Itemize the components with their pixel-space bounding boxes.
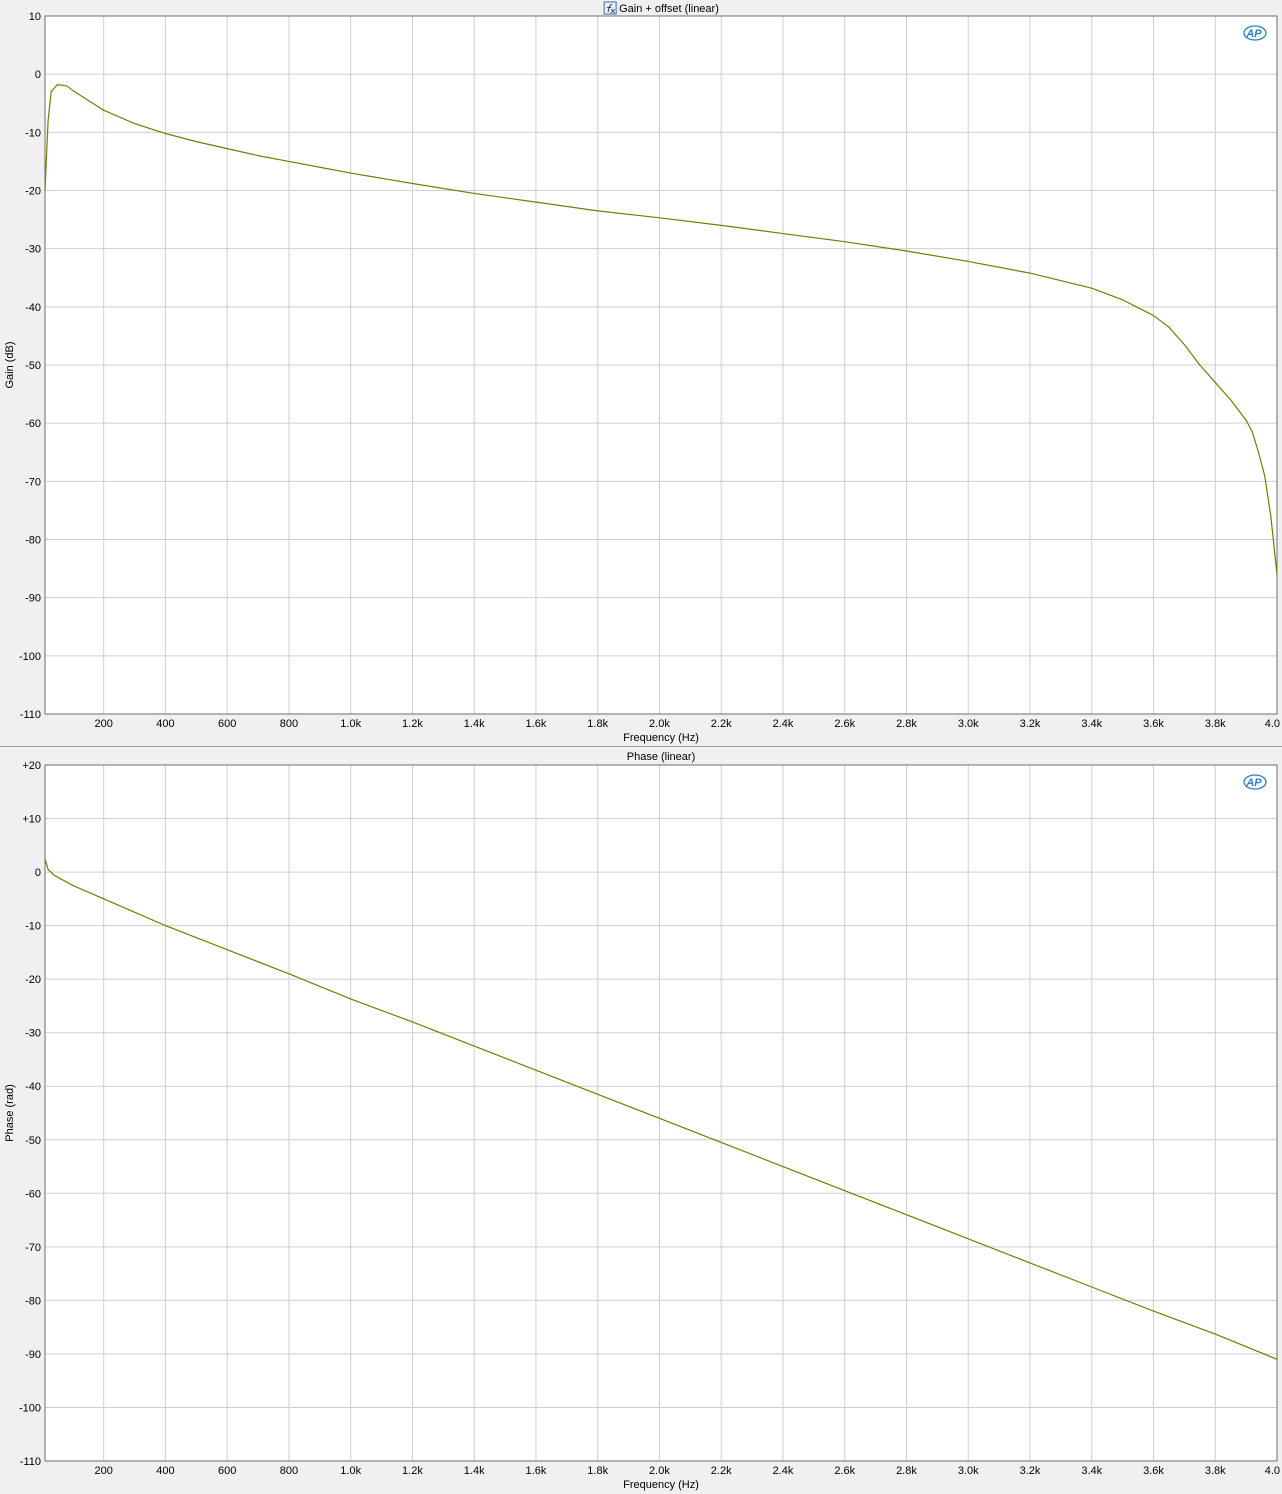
x-tick-label: 1.6k: [526, 718, 547, 730]
x-tick-label: 3.6k: [1143, 718, 1164, 730]
y-tick-label: -10: [25, 127, 41, 139]
x-tick-label: 3.8k: [1205, 1465, 1226, 1477]
x-tick-label: 3.0k: [958, 718, 979, 730]
y-tick-label: -80: [25, 1295, 41, 1307]
x-tick-label: 600: [218, 1465, 236, 1477]
x-tick-label: 4.0: [1265, 1465, 1280, 1477]
y-tick-label: -100: [19, 651, 41, 663]
y-tick-label: -90: [25, 593, 41, 605]
y-tick-label: -110: [20, 1456, 41, 1468]
y-tick-label: 10: [29, 11, 41, 23]
y-axis-label: Gain (dB): [4, 341, 16, 388]
y-tick-label: -20: [25, 186, 41, 198]
x-tick-label: 3.4k: [1081, 718, 1102, 730]
svg-text:AP: AP: [1245, 777, 1262, 789]
y-tick-label: +10: [22, 814, 41, 826]
x-tick-label: 2.6k: [834, 1465, 855, 1477]
x-tick-label: 400: [156, 718, 174, 730]
phase-graph-panel: +20 +10 0 -10 -20 -30 -40 -50 -60 -70 -80 -90 -100 -1…: [0, 748, 1282, 1494]
y-tick-label: -30: [25, 244, 41, 256]
y-tick-label: +20: [22, 760, 41, 772]
y-tick-label: -60: [25, 418, 41, 430]
y-tick-label: -10: [25, 921, 41, 933]
y-tick-label: -80: [25, 535, 41, 547]
x-tick-label: 200: [94, 1465, 112, 1477]
x-tick-label: 2.2k: [711, 718, 732, 730]
chart-title: Gain + offset (linear): [619, 3, 719, 15]
x-axis-label: Frequency (Hz): [623, 732, 699, 744]
x-tick-label: 1.4k: [464, 718, 485, 730]
y-tick-label: -20: [25, 974, 41, 986]
x-tick-label: 3.4k: [1081, 1465, 1102, 1477]
x-tick-label: 1.2k: [402, 718, 423, 730]
y-tick-label: -30: [25, 1028, 41, 1040]
x-tick-label: 2.8k: [896, 718, 917, 730]
y-tick-label: 0: [35, 69, 41, 81]
y-tick-label: -40: [25, 302, 41, 314]
x-tick-label: 2.2k: [711, 1465, 732, 1477]
y-tick-label: -50: [25, 360, 41, 372]
x-tick-label: 4.0: [1265, 718, 1280, 730]
svg-text:AP: AP: [1245, 28, 1262, 40]
x-tick-label: 2.6k: [834, 718, 855, 730]
y-tick-label: -70: [25, 1242, 41, 1254]
y-tick-label: -60: [25, 1188, 41, 1200]
x-tick-label: 3.8k: [1205, 718, 1226, 730]
chart-title: Phase (linear): [627, 751, 695, 763]
x-axis-label: Frequency (Hz): [623, 1479, 699, 1491]
x-tick-label: 800: [280, 1465, 298, 1477]
y-axis-label: Phase (rad): [4, 1084, 16, 1141]
x-tick-label: 2.4k: [773, 1465, 794, 1477]
gain-graph-panel: 10 0 -10 -20 -30 -40 -50 -60 -70 -80 -90 -100 -110 20…: [0, 0, 1282, 747]
x-tick-label: 3.2k: [1020, 718, 1041, 730]
x-tick-label: 1.0k: [340, 718, 361, 730]
y-tick-label: -40: [25, 1081, 41, 1093]
x-tick-label: 3.6k: [1143, 1465, 1164, 1477]
x-tick-label: 800: [280, 718, 298, 730]
x-tick-label: 2.0k: [649, 1465, 670, 1477]
y-tick-label: -110: [20, 709, 41, 721]
fx-icon[interactable]: [603, 1, 617, 15]
x-tick-label: 1.8k: [587, 718, 608, 730]
x-tick-label: 400: [156, 1465, 174, 1477]
x-tick-label: 1.6k: [526, 1465, 547, 1477]
x-tick-label: 1.8k: [587, 1465, 608, 1477]
x-tick-label: 200: [94, 718, 112, 730]
y-tick-label: -50: [25, 1135, 41, 1147]
x-tick-label: 1.2k: [402, 1465, 423, 1477]
x-tick-label: 2.4k: [773, 718, 794, 730]
x-tick-label: 3.0k: [958, 1465, 979, 1477]
x-tick-label: 1.4k: [464, 1465, 485, 1477]
gain-chart: 10 0 -10 -20 -30 -40 -50 -60 -70 -80 -90 -100 -110 20…: [4, 1, 1280, 744]
phase-chart: +20 +10 0 -10 -20 -30 -40 -50 -60 -70 -80 -90 -100 -1…: [4, 751, 1280, 1491]
x-tick-label: 2.8k: [896, 1465, 917, 1477]
x-tick-label: 2.0k: [649, 718, 670, 730]
y-tick-label: 0: [35, 867, 41, 879]
x-tick-label: 3.2k: [1020, 1465, 1041, 1477]
y-tick-label: -90: [25, 1349, 41, 1361]
y-tick-label: -100: [19, 1402, 41, 1414]
x-tick-label: 600: [218, 718, 236, 730]
y-tick-label: -70: [25, 476, 41, 488]
x-tick-label: 1.0k: [340, 1465, 361, 1477]
